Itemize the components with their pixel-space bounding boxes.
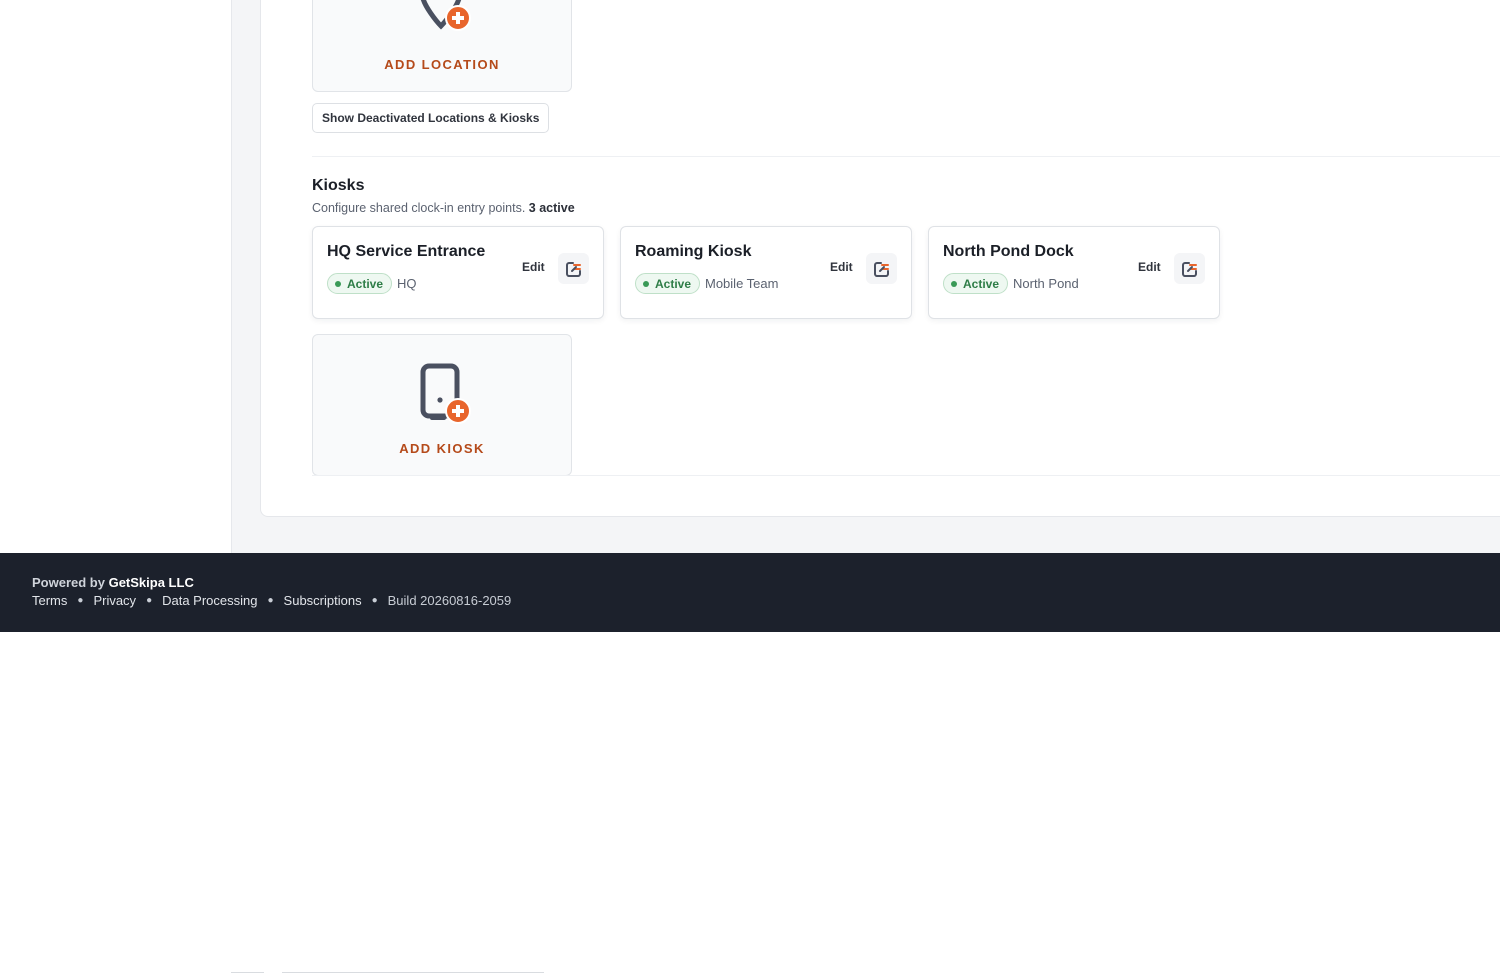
status-badge: Active (943, 273, 1009, 294)
open-kiosk-button[interactable] (866, 253, 897, 284)
separator-dot: ● (146, 595, 153, 606)
kiosk-card: Roaming Kiosk Active Mobile Team Edit (620, 226, 912, 319)
edit-kiosk-button[interactable]: Edit (522, 260, 545, 274)
powered-prefix: Powered by (32, 575, 105, 590)
subscriptions-link[interactable]: Subscriptions (284, 593, 362, 608)
kiosks-active-count: 3 active (528, 201, 575, 215)
external-open-icon (873, 261, 889, 277)
status-dot-icon (335, 280, 341, 287)
add-kiosk-label: ADD KIOSK (399, 441, 485, 456)
app: ADD LOCATION Show Deactivated Locations … (0, 0, 1500, 975)
settings-panel: ADD LOCATION Show Deactivated Locations … (260, 0, 1500, 517)
status-text: Active (963, 276, 1000, 291)
kiosk-name: Roaming Kiosk (635, 243, 752, 260)
kiosk-card: North Pond Dock Active North Pond Edit (928, 226, 1220, 319)
status-badge: Active (635, 273, 701, 294)
map-pin-plus-icon (420, 0, 471, 31)
status-text: Active (347, 276, 384, 291)
company-name: GetSkipa LLC (108, 575, 194, 590)
privacy-link[interactable]: Privacy (93, 593, 136, 608)
footer: Powered by GetSkipa LLC Terms ● Privacy … (0, 553, 1500, 632)
add-location-label: ADD LOCATION (384, 57, 500, 72)
kiosks-subtitle-text: Configure shared clock-in entry points. (312, 201, 526, 215)
kiosk-location: HQ (397, 276, 417, 291)
status-badge: Active (327, 273, 393, 294)
open-kiosk-button[interactable] (1174, 253, 1205, 284)
sidebar (0, 0, 232, 553)
edit-kiosk-button[interactable]: Edit (1138, 260, 1161, 274)
section-divider (312, 156, 1500, 157)
external-open-icon (1181, 261, 1197, 277)
show-deactivated-button[interactable]: Show Deactivated Locations & Kiosks (312, 103, 550, 133)
terms-link[interactable]: Terms (32, 593, 67, 608)
section-divider (312, 475, 1500, 476)
separator-dot: ● (77, 595, 84, 606)
tablet-plus-icon (420, 363, 471, 424)
kiosk-card: HQ Service Entrance Active HQ Edit (312, 226, 604, 319)
data-processing-link[interactable]: Data Processing (162, 593, 257, 608)
kiosk-name: HQ Service Entrance (327, 243, 486, 260)
kiosk-name: North Pond Dock (943, 243, 1074, 260)
separator-dot: ● (371, 595, 378, 606)
open-kiosk-button[interactable] (558, 253, 589, 284)
edit-kiosk-button[interactable]: Edit (830, 260, 853, 274)
external-open-icon (565, 261, 581, 277)
add-kiosk-card[interactable]: ADD KIOSK (312, 334, 572, 476)
status-dot-icon (643, 280, 649, 287)
kiosk-location: Mobile Team (705, 276, 779, 291)
kiosk-location: North Pond (1013, 276, 1079, 291)
build-version: Build 20260816-2059 (387, 593, 512, 608)
status-dot-icon (951, 280, 957, 287)
kiosks-title: Kiosks (312, 177, 365, 194)
footer-links: Terms ● Privacy ● Data Processing ● Subs… (32, 593, 511, 608)
status-text: Active (655, 276, 692, 291)
kiosks-subtitle: Configure shared clock-in entry points. … (312, 201, 575, 215)
separator-dot: ● (267, 595, 274, 606)
powered-by: Powered by GetSkipa LLC (32, 575, 194, 590)
add-location-card[interactable]: ADD LOCATION (312, 0, 572, 92)
main-content: ADD LOCATION Show Deactivated Locations … (232, 0, 1500, 553)
